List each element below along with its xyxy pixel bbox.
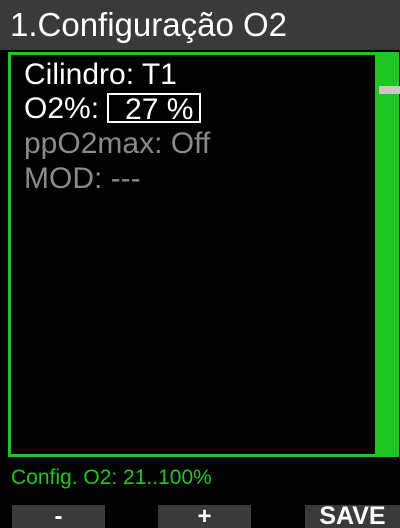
page-title: 1.Configuração O2 xyxy=(10,6,288,43)
ppo2max-label: ppO2max: Off xyxy=(24,127,211,160)
scrollbar[interactable] xyxy=(375,55,399,454)
o2-label: O2%: xyxy=(24,92,100,125)
increase-button[interactable]: + xyxy=(158,505,251,528)
menu-item-mod: MOD: --- xyxy=(24,162,141,196)
save-button[interactable]: SAVE xyxy=(305,505,400,528)
menu-item-cylinder[interactable]: Cilindro: T1 xyxy=(24,58,177,92)
title-bar: 1.Configuração O2 xyxy=(0,0,400,50)
decrease-button[interactable]: - xyxy=(12,505,105,528)
menu-item-ppo2max: ppO2max: Off xyxy=(24,127,210,161)
scrollbar-thumb[interactable] xyxy=(379,86,400,94)
o2-value-field[interactable]: 27 % xyxy=(107,93,202,125)
cylinder-label: Cilindro: T1 xyxy=(24,58,177,91)
menu-item-o2[interactable]: O2%: 27 % xyxy=(24,92,202,126)
info-range-text: Config. O2: 21..100% xyxy=(11,466,212,489)
mod-label: MOD: --- xyxy=(24,162,141,195)
